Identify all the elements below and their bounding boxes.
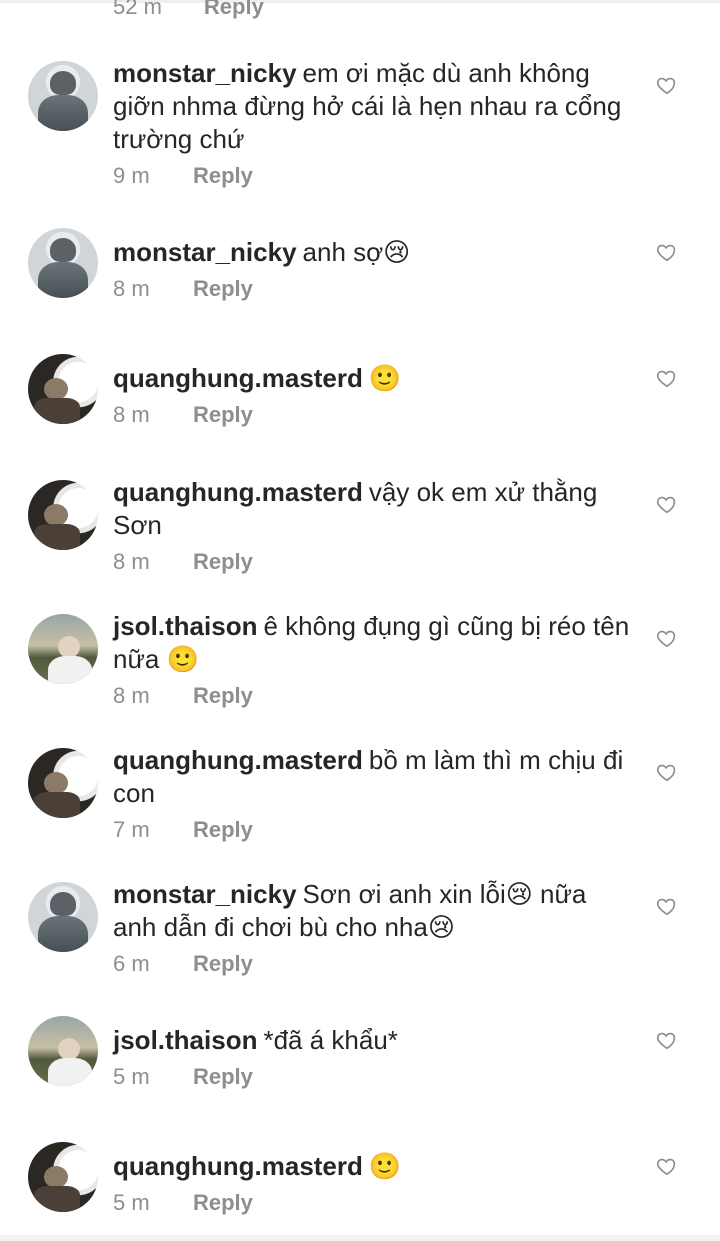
comment-meta: 5 m Reply (113, 1064, 253, 1090)
comment-body: monstar_nicky Sơn ơi anh xin lỗi😢 nữa anh… (113, 878, 633, 944)
heart-outline-icon[interactable] (656, 1029, 678, 1051)
comment-time: 5 m (113, 1064, 150, 1089)
comment-time: 5 m (113, 1190, 150, 1215)
comment-body: quanghung.masterd vậy ok em xử thằng Sơn (113, 476, 633, 542)
comment-time: 6 m (113, 951, 150, 976)
heart-outline-icon[interactable] (656, 1155, 678, 1177)
comment-username[interactable]: quanghung.masterd (113, 363, 363, 393)
comment-meta: 8 m Reply (113, 402, 253, 428)
avatar[interactable] (28, 480, 98, 550)
comment-username[interactable]: quanghung.masterd (113, 477, 363, 507)
comment-body: quanghung.masterd 🙂 (113, 1150, 633, 1183)
comment-meta: 8 m Reply (113, 549, 253, 575)
comment-time: 8 m (113, 683, 150, 708)
comment-username[interactable]: jsol.thaison (113, 1025, 257, 1055)
comment-body: jsol.thaison *đã á khẩu* (113, 1024, 633, 1057)
top-divider (0, 0, 720, 3)
comment-meta: 9 m Reply (113, 163, 253, 189)
reply-button[interactable]: Reply (193, 402, 253, 427)
comment-body: monstar_nicky em ơi mặc dù anh không giỡn… (113, 57, 633, 156)
reply-button[interactable]: Reply (204, 0, 264, 20)
comment-time: 9 m (113, 163, 150, 188)
comment-text: anh sợ😢 (302, 237, 411, 267)
comment-username[interactable]: quanghung.masterd (113, 745, 363, 775)
comment-body: jsol.thaison ê không đụng gì cũng bị réo … (113, 610, 633, 676)
comment-text: 🙂 (368, 363, 402, 393)
avatar[interactable] (28, 882, 98, 952)
comment-time: 52 m (113, 0, 162, 19)
reply-button[interactable]: Reply (193, 163, 253, 188)
comment-text: 🙂 (368, 1151, 402, 1181)
comment-body: monstar_nicky anh sợ😢 (113, 236, 633, 269)
avatar[interactable] (28, 748, 98, 818)
heart-outline-icon[interactable] (656, 241, 678, 263)
heart-outline-icon[interactable] (656, 493, 678, 515)
comment-time: 8 m (113, 276, 150, 301)
heart-outline-icon[interactable] (656, 761, 678, 783)
comment-time: 8 m (113, 402, 150, 427)
bottom-divider (0, 1235, 720, 1241)
avatar[interactable] (28, 61, 98, 131)
comment-meta: 8 m Reply (113, 276, 253, 302)
comment-meta: 8 m Reply (113, 683, 253, 709)
comment-time: 8 m (113, 549, 150, 574)
comment-time: 7 m (113, 817, 150, 842)
reply-button[interactable]: Reply (193, 951, 253, 976)
comment-meta: 5 m Reply (113, 1190, 253, 1216)
avatar[interactable] (28, 228, 98, 298)
reply-button[interactable]: Reply (193, 549, 253, 574)
heart-outline-icon[interactable] (656, 627, 678, 649)
reply-button[interactable]: Reply (193, 276, 253, 301)
comment-meta: 7 m Reply (113, 817, 253, 843)
avatar[interactable] (28, 1142, 98, 1212)
reply-button[interactable]: Reply (193, 817, 253, 842)
avatar[interactable] (28, 1016, 98, 1086)
comment-body: quanghung.masterd bồ m làm thì m chịu đi … (113, 744, 633, 810)
avatar[interactable] (28, 614, 98, 684)
comment-username[interactable]: monstar_nicky (113, 879, 297, 909)
heart-outline-icon[interactable] (656, 74, 678, 96)
reply-button[interactable]: Reply (193, 683, 253, 708)
comment-username[interactable]: jsol.thaison (113, 611, 257, 641)
comment-text: *đã á khẩu* (263, 1025, 398, 1055)
heart-outline-icon[interactable] (656, 895, 678, 917)
partial-comment-meta: 52 m Reply (113, 0, 264, 20)
heart-outline-icon[interactable] (656, 367, 678, 389)
comment-meta: 6 m Reply (113, 951, 253, 977)
comment-username[interactable]: quanghung.masterd (113, 1151, 363, 1181)
avatar[interactable] (28, 354, 98, 424)
comment-username[interactable]: monstar_nicky (113, 237, 297, 267)
reply-button[interactable]: Reply (193, 1064, 253, 1089)
comment-body: quanghung.masterd 🙂 (113, 362, 633, 395)
comment-username[interactable]: monstar_nicky (113, 58, 297, 88)
reply-button[interactable]: Reply (193, 1190, 253, 1215)
